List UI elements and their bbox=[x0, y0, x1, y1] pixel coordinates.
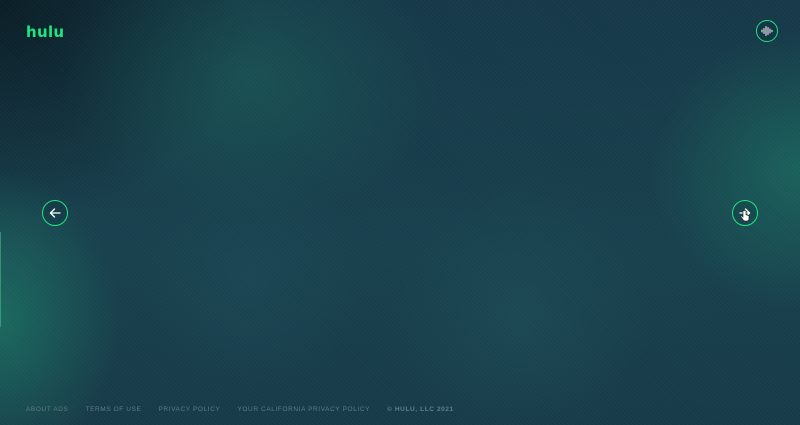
arrow-right-icon bbox=[739, 208, 751, 218]
hulu-logo[interactable]: hulu bbox=[26, 23, 64, 41]
slide-edge-indicator bbox=[0, 232, 1, 327]
footer-link-california-privacy[interactable]: YOUR CALIFORNIA PRIVACY POLICY bbox=[237, 406, 370, 413]
previous-slide-button[interactable] bbox=[42, 200, 68, 226]
copyright-text: © HULU, LLC 2021 bbox=[387, 406, 454, 413]
background-texture bbox=[0, 0, 800, 425]
footer-link-privacy-policy[interactable]: PRIVACY POLICY bbox=[158, 406, 220, 413]
footer-link-about-ads[interactable]: ABOUT ADS bbox=[26, 406, 69, 413]
footer-link-terms-of-use[interactable]: TERMS OF USE bbox=[86, 406, 142, 413]
audio-toggle-button[interactable] bbox=[756, 20, 778, 42]
footer: ABOUT ADS TERMS OF USE PRIVACY POLICY YO… bbox=[26, 406, 454, 413]
arrow-left-icon bbox=[49, 208, 61, 218]
audio-wave-icon bbox=[761, 26, 773, 36]
next-slide-button[interactable] bbox=[732, 200, 758, 226]
